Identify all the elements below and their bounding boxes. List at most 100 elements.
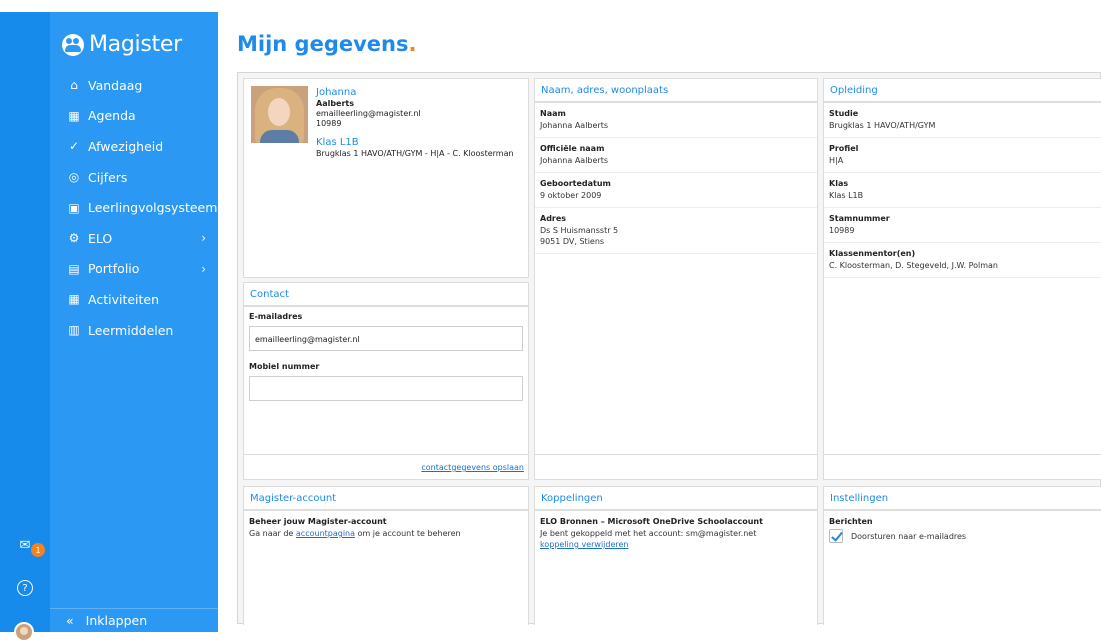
- sidebar-item-label: Cijfers: [88, 169, 128, 185]
- sidebar-item-leermiddelen[interactable]: ▥ Leermiddelen: [50, 315, 218, 346]
- sidebar-item-label: Afwezigheid: [88, 138, 164, 154]
- opleiding-field: Studie Brugklas 1 HAVO/ATH/GYM: [824, 103, 1101, 138]
- books-icon: ▥: [68, 323, 80, 338]
- magister-logo[interactable]: Magister: [62, 32, 182, 57]
- chevron-right-icon: ›: [201, 231, 206, 246]
- sidebar-item-label: Vandaag: [88, 77, 143, 93]
- sidebar-item-label: Leerlingvolgsysteem: [88, 200, 218, 216]
- field-value: Johanna Aalberts: [540, 156, 609, 165]
- portfolio-icon: ▤: [68, 261, 80, 276]
- main-nav: ⌂ Vandaag ▦ Agenda ✓ Afwezigheid ◎ Cijfers ▣ Leer…: [50, 70, 218, 345]
- naw-card: Naam, adres, woonplaats Naam Johanna Aalb…: [534, 78, 818, 480]
- field-label: Klassenmentor(en): [829, 249, 916, 258]
- student-number: 10989: [316, 119, 342, 128]
- field-label: Naam: [540, 109, 566, 118]
- class-title: Klas L1B: [316, 137, 359, 148]
- instellingen-title: Instellingen: [824, 487, 1101, 511]
- koppeling-heading: ELO Bronnen – Microsoft OneDrive Schoola…: [540, 517, 763, 526]
- opleiding-title: Opleiding: [824, 79, 1101, 103]
- page-title: Mijn gegevens.: [237, 32, 417, 56]
- account-card: Magister-account Beheer jouw Magister-ac…: [243, 486, 529, 625]
- chevron-right-icon: ›: [201, 261, 206, 276]
- double-chevron-left-icon: «: [66, 613, 74, 628]
- forward-email-label: Doorsturen naar e-mailadres: [851, 531, 967, 541]
- collapse-button[interactable]: « Inklappen: [50, 608, 218, 632]
- account-page-link[interactable]: accountpagina: [296, 529, 355, 538]
- berichten-heading: Berichten: [829, 517, 873, 526]
- profile-card-icon: ▣: [68, 200, 80, 215]
- sidebar: Magister ⌂ Vandaag ▦ Agenda ✓ Afwezigheid ◎ Cij…: [50, 12, 218, 632]
- icon-rail: ✉ 1 ?: [0, 12, 50, 642]
- koppelingen-title: Koppelingen: [535, 487, 817, 511]
- naw-footer: [534, 454, 818, 480]
- sidebar-item-cijfers[interactable]: ◎ Cijfers: [50, 162, 218, 193]
- koppelingen-card: Koppelingen ELO Bronnen – Microsoft OneD…: [534, 486, 818, 625]
- naw-field: Naam Johanna Aalberts: [535, 103, 817, 138]
- contact-footer: contactgegevens opslaan: [243, 454, 529, 480]
- sidebar-item-label: Leermiddelen: [88, 322, 174, 338]
- mobile-label: Mobiel nummer: [249, 362, 320, 371]
- field-value: Klas L1B: [829, 191, 864, 200]
- elo-icon: ⚙: [68, 231, 80, 246]
- field-label: Profiel: [829, 144, 859, 153]
- field-value: Johanna Aalberts: [540, 121, 609, 130]
- account-heading: Beheer jouw Magister-account: [249, 517, 387, 526]
- opleiding-field: Profiel H|A: [824, 138, 1101, 173]
- sidebar-item-label: Activiteiten: [88, 291, 160, 307]
- contact-title: Contact: [244, 283, 528, 307]
- profile-photo: [251, 86, 308, 143]
- field-label: Klas: [829, 179, 849, 188]
- email-field[interactable]: emailleerling@magister.nl: [249, 326, 523, 351]
- opleiding-field: Klassenmentor(en) C. Kloosterman, D. Steg…: [824, 243, 1101, 278]
- sidebar-item-label: Portfolio: [88, 261, 140, 277]
- field-value: H|A: [829, 156, 844, 165]
- save-contact-link[interactable]: contactgegevens opslaan: [421, 463, 524, 472]
- help-icon[interactable]: ?: [17, 580, 33, 596]
- profile-email: emailleerling@magister.nl: [316, 109, 421, 118]
- forward-email-checkbox[interactable]: [829, 529, 843, 543]
- opleiding-field: Klas Klas L1B: [824, 173, 1101, 208]
- app-name: Magister: [89, 32, 182, 57]
- contact-card: Contact E-mailadres emailleerling@magist…: [243, 282, 529, 480]
- field-label: Adres: [540, 214, 567, 223]
- sidebar-item-agenda[interactable]: ▦ Agenda: [50, 101, 218, 132]
- naw-field: Officiële naam Johanna Aalberts: [535, 138, 817, 173]
- field-value: 9051 DV, Stiens: [540, 237, 605, 246]
- account-title: Magister-account: [244, 487, 528, 511]
- sidebar-item-vandaag[interactable]: ⌂ Vandaag: [50, 70, 218, 101]
- sidebar-item-portfolio[interactable]: ▤ Portfolio ›: [50, 254, 218, 285]
- instellingen-card: Instellingen Berichten Doorsturen naar e…: [823, 486, 1101, 625]
- check-circle-icon: ✓: [68, 139, 80, 154]
- sidebar-item-elo[interactable]: ⚙ ELO ›: [50, 223, 218, 254]
- field-value: Brugklas 1 HAVO/ATH/GYM: [829, 121, 936, 130]
- sidebar-item-afwezigheid[interactable]: ✓ Afwezigheid: [50, 131, 218, 162]
- opleiding-footer: [823, 454, 1101, 480]
- naw-title: Naam, adres, woonplaats: [535, 79, 817, 103]
- field-value: Ds S Huismansstr 5: [540, 226, 619, 235]
- field-value: 10989: [829, 226, 855, 235]
- collapse-label: Inklappen: [85, 613, 148, 628]
- avatar[interactable]: [14, 622, 34, 642]
- naw-field: Geboortedatum 9 oktober 2009: [535, 173, 817, 208]
- home-icon: ⌂: [70, 78, 78, 93]
- mobile-field[interactable]: [249, 376, 523, 401]
- class-detail: Brugklas 1 HAVO/ATH/GYM - H|A - C. Kloos…: [316, 149, 514, 158]
- calendar-star-icon: ▦: [68, 292, 80, 307]
- opleiding-field: Stamnummer 10989: [824, 208, 1101, 243]
- opleiding-card: Opleiding Studie Brugklas 1 HAVO/ATH/GYM P…: [823, 78, 1101, 480]
- last-name: Aalberts: [316, 99, 355, 108]
- sidebar-item-leerlingvolgsysteem[interactable]: ▣ Leerlingvolgsysteem: [50, 192, 218, 223]
- field-label: Stamnummer: [829, 214, 890, 223]
- magister-logo-icon: [62, 33, 84, 56]
- grade-icon: ◎: [68, 170, 80, 185]
- email-label: E-mailadres: [249, 312, 303, 321]
- field-value: C. Kloosterman, D. Stegeveld, J.W. Polma…: [829, 261, 998, 270]
- remove-koppeling-link[interactable]: koppeling verwijderen: [540, 540, 629, 549]
- sidebar-item-activiteiten[interactable]: ▦ Activiteiten: [50, 284, 218, 315]
- sidebar-item-label: ELO: [88, 230, 113, 246]
- content-area: Johanna Aalberts emailleerling@magister.…: [237, 72, 1101, 625]
- profile-card: Johanna Aalberts emailleerling@magister.…: [243, 78, 529, 278]
- field-value: 9 oktober 2009: [540, 191, 602, 200]
- field-label: Geboortedatum: [540, 179, 611, 188]
- mail-badge: 1: [31, 543, 45, 557]
